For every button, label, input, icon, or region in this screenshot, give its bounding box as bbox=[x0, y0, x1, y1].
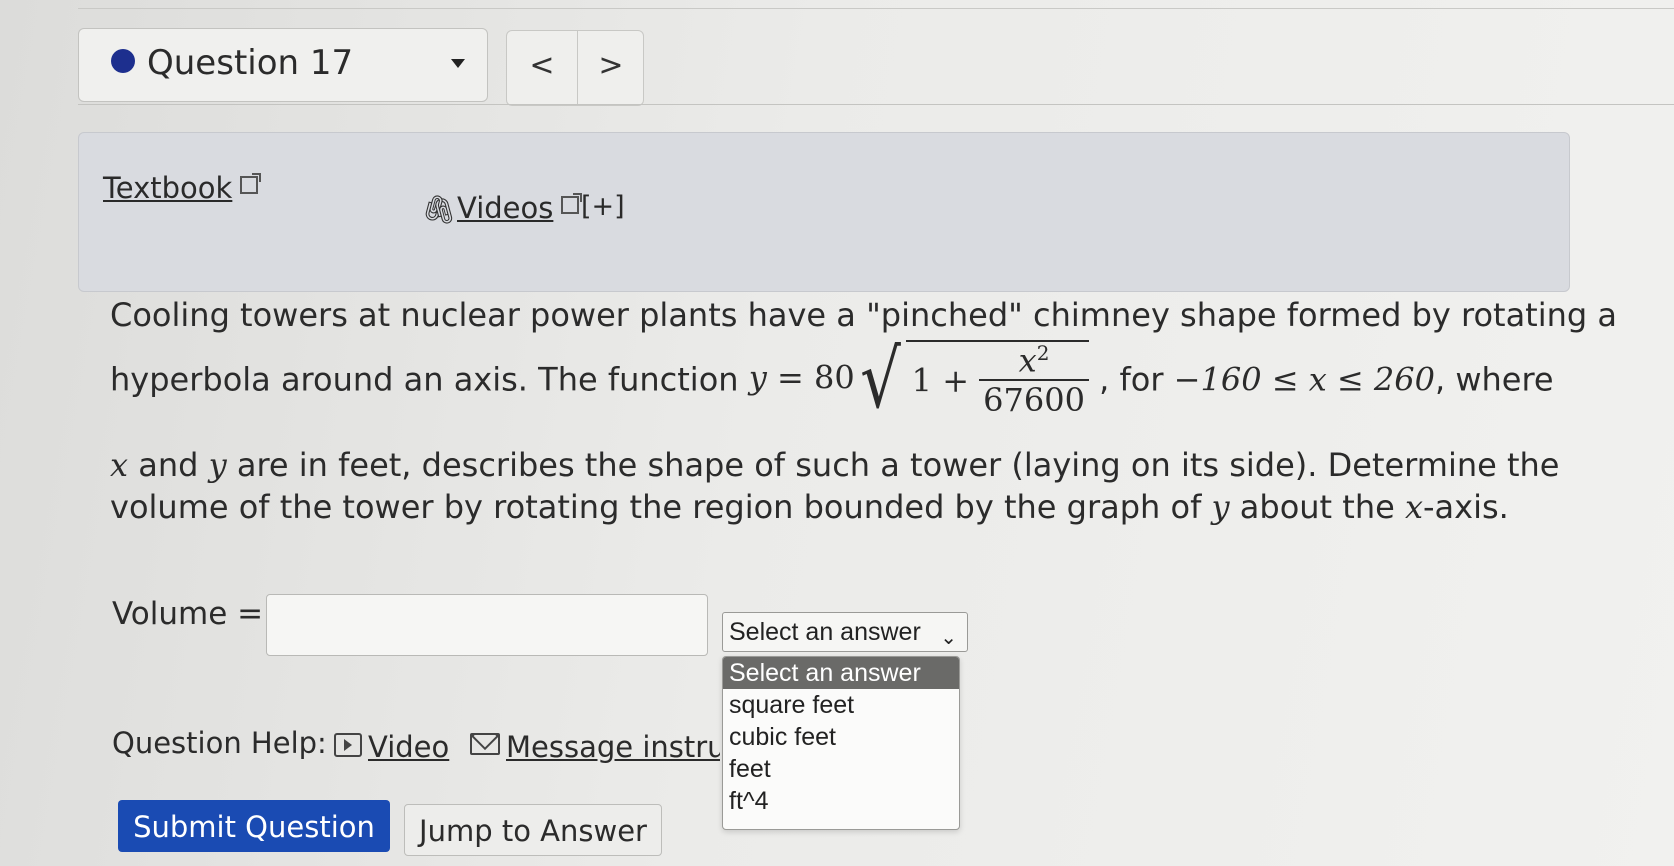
fraction-numerator: x2 bbox=[979, 342, 1089, 381]
units-option-select[interactable]: Select an answer bbox=[723, 657, 959, 689]
resources-panel: Textbook 🖇 Videos [+] bbox=[78, 132, 1570, 292]
units-select[interactable]: Select an answer ⌄ bbox=[722, 612, 968, 652]
mail-icon bbox=[470, 733, 500, 755]
videos-link-label: Videos bbox=[457, 191, 554, 225]
message-instructor-label: Message instructor bbox=[506, 730, 720, 764]
variable-y: y bbox=[208, 446, 227, 484]
problem-line-1: Cooling towers at nuclear power plants h… bbox=[110, 296, 1617, 334]
volume-label: Volume = bbox=[112, 596, 264, 632]
equation: y = 80√ 1 + x2 67600 bbox=[748, 332, 1089, 426]
volume-input[interactable] bbox=[266, 594, 708, 656]
problem-line-3: x and y are in feet, describes the shape… bbox=[110, 446, 1559, 484]
caret-down-icon bbox=[451, 59, 465, 68]
paperclip-icon: 🖇 bbox=[421, 193, 457, 226]
sqrt-icon: √ bbox=[859, 332, 901, 426]
message-instructor-link[interactable]: Message instructor bbox=[470, 730, 720, 764]
inequality: −160 ≤ x ≤ 260 bbox=[1173, 360, 1435, 399]
previous-question-button[interactable]: < bbox=[507, 31, 578, 105]
question-status-dot-icon bbox=[111, 49, 135, 73]
help-video-label: Video bbox=[368, 730, 450, 764]
problem-text-segment: , where bbox=[1434, 360, 1554, 399]
problem-line-4: volume of the tower by rotating the regi… bbox=[110, 488, 1509, 526]
equation-one-plus: 1 + bbox=[911, 361, 969, 400]
next-question-button[interactable]: > bbox=[578, 31, 644, 105]
variable-x: x bbox=[110, 446, 129, 484]
variable-y: y bbox=[1211, 488, 1230, 526]
units-dropdown-list: Select an answer square feet cubic feet … bbox=[722, 656, 960, 830]
question-title: Question 17 bbox=[147, 43, 354, 83]
radicand: 1 + x2 67600 bbox=[905, 340, 1089, 419]
equation-equals: = bbox=[776, 358, 804, 397]
external-link-icon bbox=[240, 173, 262, 194]
variable-x: x bbox=[1404, 488, 1423, 526]
question-nav-group: < > bbox=[506, 30, 644, 106]
question-select[interactable]: Question 17 bbox=[78, 28, 488, 102]
fraction: x2 67600 bbox=[979, 342, 1089, 419]
top-divider bbox=[78, 8, 1674, 9]
problem-text-segment: hyperbola around an axis. The function bbox=[110, 360, 739, 399]
units-option-ft4[interactable]: ft^4 bbox=[723, 785, 959, 817]
help-message-clip: Message instructor bbox=[470, 724, 720, 774]
equation-coefficient: 80 bbox=[813, 358, 855, 397]
fraction-denominator: 67600 bbox=[983, 380, 1085, 419]
problem-text-segment: , for bbox=[1099, 360, 1164, 399]
units-option-feet[interactable]: feet bbox=[723, 753, 959, 785]
help-video-link[interactable]: Video bbox=[334, 730, 449, 764]
external-link-icon bbox=[561, 193, 583, 214]
textbook-link[interactable]: Textbook bbox=[103, 171, 262, 205]
jump-to-answer-button[interactable]: Jump to Answer bbox=[404, 804, 662, 856]
problem-text-segment: about the bbox=[1229, 488, 1405, 526]
question-help-label: Question Help: bbox=[112, 726, 327, 760]
units-select-value: Select an answer bbox=[729, 618, 921, 646]
videos-link[interactable]: Videos bbox=[457, 191, 583, 225]
numerator-variable: x bbox=[1018, 341, 1037, 380]
video-play-icon bbox=[334, 733, 362, 757]
expand-videos-button[interactable]: [+] bbox=[581, 191, 625, 222]
units-option-cubic-feet[interactable]: cubic feet bbox=[723, 721, 959, 753]
problem-line-2: hyperbola around an axis. The function y… bbox=[110, 332, 1554, 450]
equation-y: y bbox=[748, 358, 767, 397]
units-option-square-feet[interactable]: square feet bbox=[723, 689, 959, 721]
chevron-down-icon: ⌄ bbox=[940, 627, 957, 649]
submit-question-button[interactable]: Submit Question bbox=[118, 800, 390, 852]
header-divider bbox=[78, 104, 1674, 105]
textbook-link-label: Textbook bbox=[103, 171, 233, 205]
problem-text-segment: volume of the tower by rotating the regi… bbox=[110, 488, 1212, 526]
problem-text-segment: -axis. bbox=[1423, 488, 1509, 526]
problem-text-segment: and bbox=[128, 446, 209, 484]
numerator-exponent: 2 bbox=[1036, 341, 1050, 365]
problem-text-segment: are in feet, describes the shape of such… bbox=[226, 446, 1560, 484]
